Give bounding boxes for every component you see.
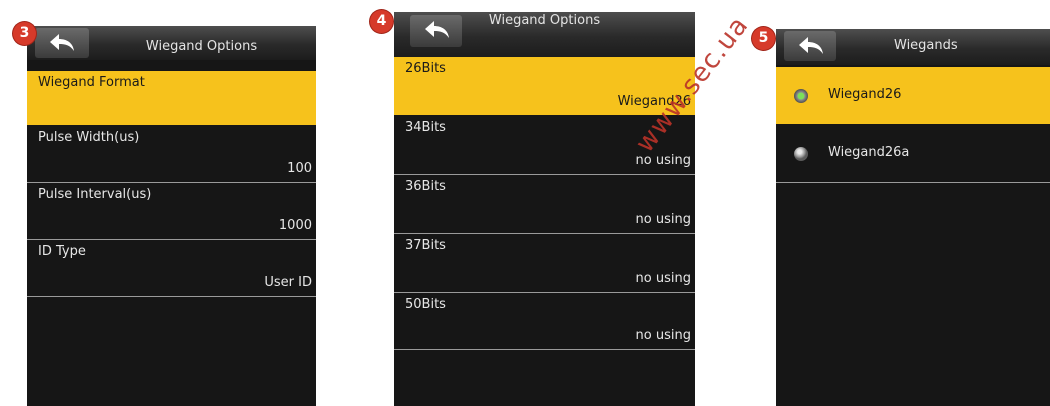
menu-item-label: Pulse Interval(us) (38, 187, 152, 202)
menu-item-label: 37Bits (405, 238, 446, 253)
menu-item-pulse-width[interactable]: Pulse Width(us) 100 (27, 126, 316, 183)
radio-unselected-icon[interactable] (794, 147, 808, 161)
option-wiegand26[interactable]: Wiegand26 (776, 67, 1050, 124)
menu-item-id-type[interactable]: ID Type User ID (27, 240, 316, 297)
option-label: Wiegand26a (828, 145, 910, 160)
menu-item-label: 36Bits (405, 179, 446, 194)
menu-item-36bits[interactable]: 36Bits no using (394, 175, 695, 234)
screen-title: Wiegand Options (145, 39, 258, 54)
menu-item-label: Pulse Width(us) (38, 130, 140, 145)
menu-item-value: no using (635, 328, 691, 343)
menu-item-label: ID Type (38, 244, 86, 259)
step-badge-5: 5 (752, 27, 775, 50)
radio-selected-icon[interactable] (794, 89, 808, 103)
screen-title: Wiegands (894, 38, 958, 53)
step-badge-3: 3 (13, 22, 36, 45)
menu-item-pulse-interval[interactable]: Pulse Interval(us) 1000 (27, 183, 316, 240)
menu-item-37bits[interactable]: 37Bits no using (394, 234, 695, 293)
menu-item-value: 100 (287, 161, 312, 176)
menu-item-value: no using (635, 153, 691, 168)
option-label: Wiegand26 (828, 87, 902, 102)
title-bar: Wiegand Options (394, 12, 695, 57)
menu-item-label: Wiegand Format (38, 75, 145, 90)
title-bar: Wiegands (776, 29, 1050, 65)
back-button[interactable] (784, 31, 836, 61)
step-badge-4: 4 (370, 10, 393, 33)
option-wiegand26a[interactable]: Wiegand26a (776, 125, 1050, 183)
wiegand-options-screen: Wiegand Options Wiegand Format Pulse Wid… (27, 26, 316, 406)
wiegand-bits-screen: Wiegand Options 26Bits Wiegand26 34Bits … (394, 12, 695, 406)
menu-item-wiegand-format[interactable]: Wiegand Format (27, 71, 316, 125)
menu-item-value: User ID (264, 275, 312, 290)
menu-item-value: 1000 (278, 218, 312, 233)
menu-item-label: 50Bits (405, 297, 446, 312)
menu-item-value: no using (635, 271, 691, 286)
title-bar: Wiegand Options (27, 26, 316, 60)
menu-item-value: no using (635, 212, 691, 227)
menu-item-26bits[interactable]: 26Bits Wiegand26 (394, 57, 695, 115)
back-arrow-icon (799, 37, 823, 54)
menu-item-label: 26Bits (405, 61, 446, 76)
menu-item-50bits[interactable]: 50Bits no using (394, 293, 695, 350)
wiegands-select-screen: Wiegands Wiegand26 Wiegand26a (776, 29, 1050, 406)
screen-title: Wiegand Options (488, 13, 601, 28)
menu-item-label: 34Bits (405, 120, 446, 135)
